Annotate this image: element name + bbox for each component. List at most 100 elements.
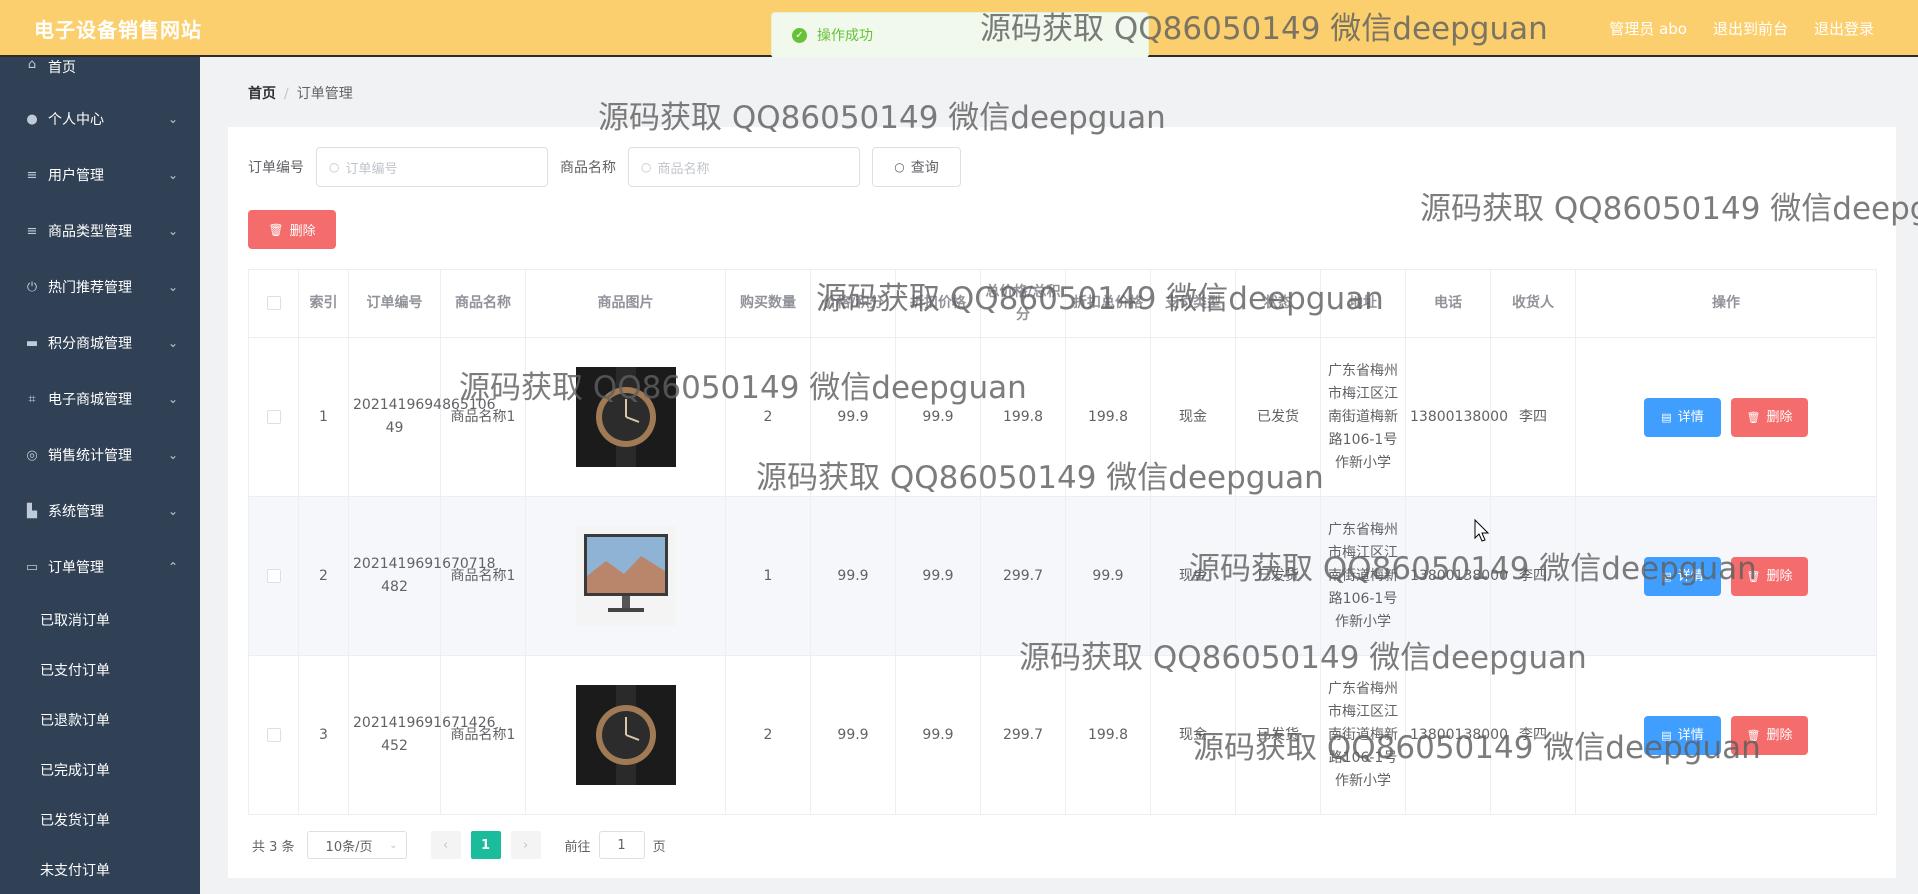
order-no-input[interactable]: ○ 订单编号	[316, 147, 548, 187]
table-row: 3 2021419691671426 452 商品名称1 2 99.9 99.9…	[248, 655, 1877, 815]
goto-page-input[interactable]: 1	[598, 831, 645, 859]
phone-cell: 13800138000	[1405, 337, 1508, 497]
price-cell: 99.9	[810, 337, 896, 497]
column-header: 地址	[1320, 269, 1406, 338]
column-header: 商品图片	[525, 269, 726, 338]
product-name-placeholder: 商品名称	[657, 161, 710, 177]
product-image-cell	[525, 337, 726, 497]
toast-message: 操作成功	[817, 28, 873, 44]
query-button[interactable]: ○ 查询	[872, 147, 961, 187]
select-all-checkbox[interactable]	[266, 296, 281, 310]
chevron-down-icon: ⌄	[167, 224, 178, 238]
sidebar-item-label: 销售统计管理	[48, 448, 132, 464]
check-circle-icon: ✓	[792, 27, 807, 43]
page-size-value: 10条/页	[325, 839, 373, 855]
trash-icon: 🗑	[268, 222, 284, 237]
column-header: 订单编号	[348, 269, 441, 338]
sidebar-item-label: 积分商城管理	[48, 336, 132, 352]
success-toast: ✓ 操作成功	[771, 12, 1149, 58]
sidebar-item-points-mall[interactable]: ▬ 积分商城管理 ⌄	[0, 315, 200, 371]
sidebar-sub-item-refunded[interactable]: 已退款订单	[0, 695, 200, 745]
sidebar-sub-item-cancelled[interactable]: 已取消订单	[0, 595, 200, 645]
pay-type-cell: 现金	[1150, 655, 1236, 815]
sidebar-item-label: 热门推荐管理	[48, 280, 132, 296]
breadcrumb-home[interactable]: 首页	[248, 86, 276, 102]
sidebar-item-profile[interactable]: ● 个人中心 ⌄	[0, 91, 200, 147]
sidebar-sub-item-paid[interactable]: 已支付订单	[0, 645, 200, 695]
column-header: 折扣总价格	[1065, 269, 1151, 338]
next-page-button[interactable]: ›	[510, 831, 541, 859]
sidebar-item-home[interactable]: ⌂ 首页	[0, 57, 200, 79]
trash-icon: 🗑	[1746, 728, 1761, 742]
sidebar-item-product-types[interactable]: ≡ 商品类型管理 ⌄	[0, 203, 200, 259]
delete-button[interactable]: 🗑 删除	[1731, 715, 1808, 755]
toolbox-icon: ▙	[27, 503, 37, 519]
search-icon: ○	[641, 160, 652, 174]
delete-label: 删除	[1766, 727, 1793, 743]
table-header-row: 索引 订单编号 商品名称 商品图片 购买数量 价格/积分 折扣价格 总价格/总积…	[248, 269, 1877, 338]
page-number-current[interactable]: 1	[470, 831, 501, 859]
row-checkbox[interactable]	[266, 568, 281, 583]
orders-table: 索引 订单编号 商品名称 商品图片 购买数量 价格/积分 折扣价格 总价格/总积…	[248, 269, 1877, 815]
column-header: 索引	[298, 269, 349, 338]
sidebar-item-orders[interactable]: ▭ 订单管理 ⌃	[0, 539, 200, 595]
sidebar-item-label: 商品类型管理	[48, 224, 132, 240]
row-checkbox[interactable]	[266, 727, 281, 742]
order-card: 订单编号 ○ 订单编号 商品名称 ○ 商品名称 ○ 查询 🗑 删除 索引 订单编…	[228, 127, 1896, 878]
site-logo: 电子设备销售网站	[34, 18, 202, 42]
actions-cell: ▤ 详情 🗑 删除	[1575, 496, 1877, 656]
search-icon: ○	[894, 160, 905, 174]
sidebar-item-sales-stats[interactable]: ◎ 销售统计管理 ⌄	[0, 427, 200, 483]
detail-button[interactable]: ▤ 详情	[1644, 397, 1721, 437]
list-icon: ≡	[26, 167, 38, 183]
discount-price-cell: 99.9	[895, 496, 981, 656]
prev-page-button[interactable]: ‹	[430, 831, 461, 859]
user-icon: ●	[26, 111, 38, 127]
page-size-select[interactable]: 10条/页 ⌄	[306, 831, 407, 859]
batch-delete-button[interactable]: 🗑 删除	[248, 210, 336, 249]
sidebar-sub-item-shipped[interactable]: 已发货订单	[0, 795, 200, 845]
sidebar-item-electronic-mall[interactable]: ⌗ 电子商城管理 ⌄	[0, 371, 200, 427]
order-no-cell: 2021419694865106 49	[348, 337, 496, 497]
document-icon: ▤	[1661, 728, 1672, 742]
discount-total-cell: 199.8	[1065, 655, 1151, 815]
status-cell: 已发货	[1235, 655, 1321, 815]
product-image-cell	[525, 496, 726, 656]
trash-icon: 🗑	[1746, 410, 1761, 424]
order-no-cell: 2021419691670718 482	[348, 496, 496, 656]
chevron-right-icon: ›	[522, 837, 529, 853]
row-checkbox[interactable]	[266, 409, 281, 424]
detail-button[interactable]: ▤ 详情	[1644, 556, 1721, 596]
sidebar-sub-item-completed[interactable]: 已完成订单	[0, 745, 200, 795]
admin-user-link[interactable]: 管理员 abo	[1609, 18, 1687, 39]
back-to-frontend-link[interactable]: 退出到前台	[1713, 18, 1788, 39]
power-icon: ⏻	[26, 279, 38, 295]
table-row: 1 2021419694865106 49 商品名称1 2 99.9 99.9 …	[248, 337, 1877, 497]
watch-image	[575, 367, 676, 467]
delete-button[interactable]: 🗑 删除	[1731, 397, 1808, 437]
column-header: 折扣价格	[895, 269, 981, 338]
compass-icon: ◎	[26, 447, 38, 463]
status-cell: 已发货	[1235, 337, 1321, 497]
logout-link[interactable]: 退出登录	[1814, 18, 1874, 39]
quantity-cell: 1	[725, 496, 811, 656]
sidebar-item-system[interactable]: ▙ 系统管理 ⌄	[0, 483, 200, 539]
delete-button[interactable]: 🗑 删除	[1731, 556, 1808, 596]
sidebar-sub-item-unpaid[interactable]: 未支付订单	[0, 845, 200, 894]
sidebar-item-label: 个人中心	[48, 112, 104, 128]
detail-label: 详情	[1677, 409, 1704, 425]
breadcrumb: 首页 / 订单管理	[248, 83, 353, 103]
product-name-cell: 商品名称1	[440, 655, 526, 815]
mouse-cursor-icon	[1474, 519, 1490, 542]
product-name-input[interactable]: ○ 商品名称	[628, 147, 860, 187]
pagination-total: 共 3 条	[252, 839, 295, 855]
chevron-down-icon: ⌄	[167, 336, 178, 350]
sidebar: ⌂ 首页 ● 个人中心 ⌄ ≡ 用户管理 ⌄ ≡ 商品类型管理 ⌄ ⏻ 热门推荐…	[0, 57, 200, 894]
detail-button[interactable]: ▤ 详情	[1644, 715, 1721, 755]
sidebar-item-users[interactable]: ≡ 用户管理 ⌄	[0, 147, 200, 203]
column-header: 操作	[1575, 269, 1877, 338]
sidebar-item-hot-recommend[interactable]: ⏻ 热门推荐管理 ⌄	[0, 259, 200, 315]
goto-prefix: 前往	[564, 839, 591, 855]
list-icon: ≡	[26, 223, 38, 239]
trash-icon: 🗑	[1746, 569, 1761, 583]
